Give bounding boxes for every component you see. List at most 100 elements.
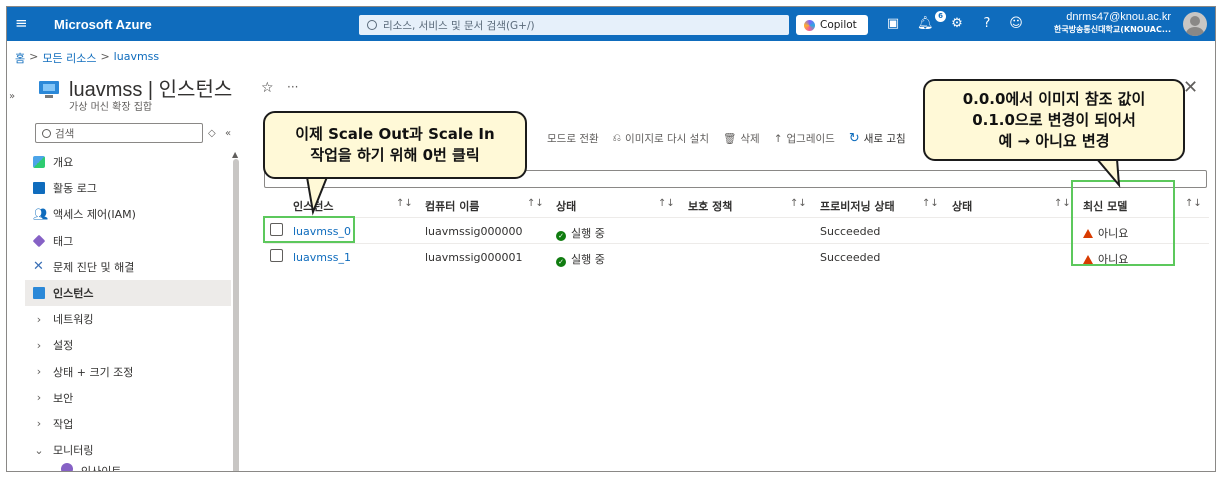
sidebar-scrollbar[interactable] (233, 159, 239, 471)
column-protection-policy[interactable]: 보호 정책 (688, 198, 732, 214)
status-text: 실행 중 (571, 253, 605, 266)
sidebar-item-health-scaling[interactable]: › 상태 + 크기 조정 (25, 359, 231, 385)
sidebar-item-operations[interactable]: › 작업 (25, 411, 231, 437)
brand-title[interactable]: Microsoft Azure (54, 17, 152, 32)
sidebar-item-label: 액세스 제어(IAM) (53, 208, 136, 222)
sidebar-item-security[interactable]: › 보안 (25, 385, 231, 411)
help-icon[interactable]: ? (979, 16, 995, 32)
row-checkbox[interactable] (270, 249, 283, 262)
sidebar-search-placeholder: 검색 (55, 127, 75, 140)
callout-left-line: 작업을 하기 위해 0번 클릭 (310, 146, 480, 164)
cloud-shell-icon[interactable]: ▣ (885, 16, 901, 32)
copilot-icon (804, 19, 815, 31)
search-placeholder: 리소스, 서비스 및 문서 검색(G+/) (383, 19, 535, 32)
callout-right-line: 0.1.0으로 변경이 되어서 (972, 110, 1136, 129)
sidebar-item-iam[interactable]: 👥︎ 액세스 제어(IAM) (25, 201, 231, 227)
instance-link[interactable]: luavmss_1 (293, 251, 351, 264)
scroll-up-icon[interactable]: ▲ (232, 150, 238, 159)
chevron-right-icon: › (36, 338, 42, 352)
chevron-right-icon: › (36, 365, 42, 379)
copilot-label: Copilot (820, 19, 857, 31)
global-search-input[interactable]: 리소스, 서비스 및 문서 검색(G+/) (359, 15, 789, 35)
sidebar-item-label: 보안 (53, 391, 74, 405)
upgrade-button[interactable]: ↑ 업그레이드 (774, 131, 835, 146)
callout-right-line: 예 → 아니요 변경 (998, 131, 1110, 150)
sidebar-item-tags[interactable]: 태그 (25, 228, 231, 254)
sidebar-item-label: 모니터링 (53, 444, 94, 458)
collapse-sidebar-icon[interactable]: « (225, 128, 231, 139)
reimage-button[interactable]: ⎌ 이미지로 다시 설치 (613, 131, 709, 146)
computer-name: luavmssig000000 (425, 225, 523, 238)
refresh-button[interactable]: ↻ 새로 고침 (849, 131, 906, 146)
breadcrumb-current[interactable]: luavmss (114, 50, 159, 66)
sidebar-item-networking[interactable]: › 네트워킹 (25, 306, 231, 332)
user-org: 한국방송통신대학교(KNOUAC... (1053, 25, 1171, 34)
favorite-star-icon[interactable]: ☆ (261, 80, 274, 96)
activity-log-icon (33, 182, 45, 195)
sidebar-item-label: 설정 (53, 339, 74, 353)
sidebar-search-input[interactable]: 검색 (35, 123, 203, 143)
computer-name: luavmssig000001 (425, 251, 523, 264)
notification-badge: 6 (935, 11, 946, 22)
sort-icon[interactable]: ↑↓ (658, 198, 675, 209)
diagnose-icon: ✕ (33, 258, 44, 274)
sidebar-item-overview[interactable]: 개요 (25, 149, 231, 175)
copilot-button[interactable]: Copilot (796, 15, 868, 35)
table-row[interactable]: luavmss_0 luavmssig000000 ✓ 실행 중 Succeede… (265, 217, 1209, 243)
column-instance[interactable]: 인스턴스 (293, 198, 333, 214)
instances-icon (33, 287, 45, 300)
sort-icon[interactable]: ↑↓ (1185, 198, 1202, 209)
sidebar-item-label: 네트워킹 (53, 313, 94, 327)
sort-icon[interactable]: ↑↓ (922, 198, 939, 209)
sidebar-item-settings[interactable]: › 설정 (25, 332, 231, 358)
column-status[interactable]: 상태 (556, 198, 576, 214)
column-provisioning-state[interactable]: 프로비저닝 상태 (820, 198, 895, 214)
sidebar-item-insights[interactable]: 인사이트 (25, 463, 231, 471)
running-check-icon: ✓ (556, 257, 566, 267)
expand-sidebar-icon[interactable]: » (9, 91, 15, 102)
provisioning-state: Succeeded (820, 251, 881, 264)
running-check-icon: ✓ (556, 231, 566, 241)
status-cell: ✓ 실행 중 (556, 251, 605, 267)
close-icon[interactable]: ✕ (1183, 77, 1198, 98)
sidebar-item-activity-log[interactable]: 활동 로그 (25, 175, 231, 201)
column-health-state[interactable]: 상태 (952, 198, 972, 214)
sidebar-item-diagnose[interactable]: ✕ 문제 진단 및 해결 (25, 254, 231, 280)
callout-left-line: 이제 Scale Out과 Scale In (295, 125, 495, 143)
iam-icon: 👥︎ (33, 207, 49, 222)
delete-button[interactable]: 🗑︎ 삭제 (723, 131, 760, 146)
sort-toggle-icon[interactable]: ◇ (208, 128, 216, 139)
arrow-up-icon: ↑ (773, 132, 783, 145)
top-bar: ≡ Microsoft Azure 리소스, 서비스 및 문서 검색(G+/) … (7, 7, 1215, 41)
sidebar-item-monitoring[interactable]: ⌄ 모니터링 (25, 437, 231, 463)
menu-icon[interactable]: ≡ (15, 15, 33, 31)
chevron-right-icon: › (36, 312, 42, 326)
avatar[interactable] (1183, 12, 1207, 36)
settings-gear-icon[interactable]: ⚙ (949, 16, 965, 32)
column-computer-name[interactable]: 컴퓨터 이름 (425, 198, 479, 214)
breadcrumb-all-resources[interactable]: 모든 리소스 (42, 50, 96, 66)
sort-icon[interactable]: ↑↓ (396, 198, 413, 209)
sort-icon[interactable]: ↑↓ (790, 198, 807, 209)
more-options-icon[interactable]: ··· (287, 80, 298, 94)
refresh-icon: ↻ (848, 131, 860, 146)
table-row[interactable]: luavmss_1 luavmssig000001 ✓ 실행 중 Succeede… (265, 243, 1209, 269)
account-menu[interactable]: dnrms47@knou.ac.kr 한국방송통신대학교(KNOUAC... (1054, 11, 1171, 35)
status-text: 실행 중 (571, 227, 605, 240)
sidebar-item-instances[interactable]: 인스턴스 (25, 279, 231, 307)
notifications-icon[interactable]: 🔔︎ (917, 16, 934, 32)
breadcrumb-home[interactable]: 홈 (15, 50, 25, 66)
insights-icon (61, 463, 73, 471)
switch-mode-label: 모드로 전환 (547, 133, 599, 145)
breadcrumb-separator: > (100, 50, 110, 63)
delete-label: 삭제 (740, 133, 760, 145)
feedback-icon[interactable]: ☺ (1008, 16, 1024, 32)
sort-icon[interactable]: ↑↓ (527, 198, 544, 209)
chevron-down-icon: ⌄ (34, 443, 44, 457)
search-icon (367, 20, 377, 30)
sort-icon[interactable]: ↑↓ (1054, 198, 1071, 209)
sidebar-item-label: 문제 진단 및 해결 (53, 260, 135, 274)
breadcrumb-separator: > (29, 50, 39, 63)
switch-mode-button[interactable]: 모드로 전환 (547, 131, 599, 146)
sidebar-item-label: 인스턴스 (53, 287, 94, 301)
